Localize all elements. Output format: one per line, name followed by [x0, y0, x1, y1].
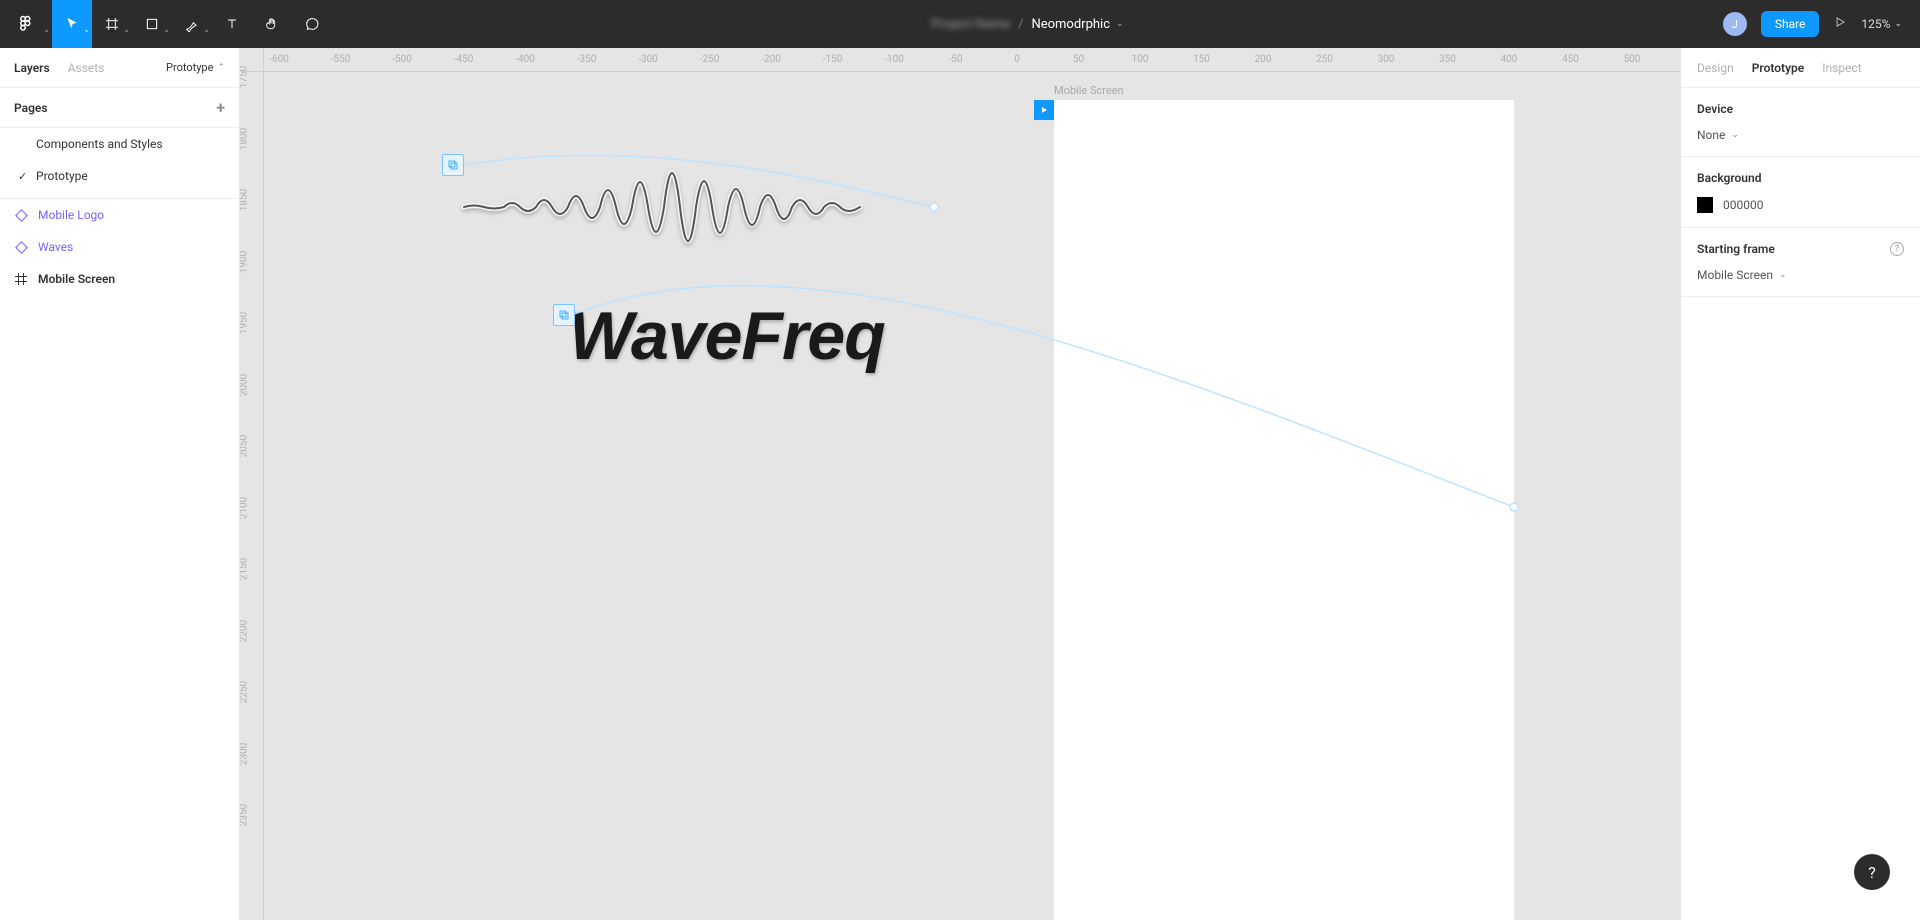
prototype-start-badge[interactable]	[1034, 100, 1054, 120]
share-button[interactable]: Share	[1761, 11, 1820, 37]
page-selector[interactable]: Prototype⌃	[166, 61, 225, 74]
starting-frame-dropdown[interactable]: Mobile Screen⌄	[1697, 268, 1904, 282]
instance-icon	[558, 309, 570, 321]
comment-icon	[304, 16, 320, 32]
pages-header: Pages +	[0, 88, 239, 128]
background-section: Background 000000	[1681, 157, 1920, 228]
hand-icon	[264, 16, 280, 32]
top-toolbar: ⌄ ⌄ ⌄ ⌄ ⌄	[0, 0, 1920, 48]
chevron-down-icon: ⌄	[1731, 130, 1739, 140]
waves-component[interactable]	[459, 127, 939, 267]
component-icon	[14, 208, 28, 222]
hand-tool-button[interactable]	[252, 0, 292, 48]
layer-item-waves[interactable]: Waves	[0, 231, 239, 263]
device-dropdown[interactable]: None⌄	[1697, 128, 1904, 142]
shape-tool-button[interactable]: ⌄	[132, 0, 172, 48]
document-title[interactable]: Project Name / Neomodrphic⌄	[332, 17, 1723, 32]
text-icon	[224, 16, 240, 32]
comment-tool-button[interactable]	[292, 0, 332, 48]
chevron-down-icon: ⌄	[203, 25, 210, 34]
ruler-horizontal: -600-550-500-450-400-350-300-250-200-150…	[264, 48, 1680, 72]
layer-item-mobile-logo[interactable]: Mobile Logo	[0, 199, 239, 231]
component-icon	[14, 240, 28, 254]
move-tool-button[interactable]: ⌄	[52, 0, 92, 48]
frame-label[interactable]: Mobile Screen	[1054, 84, 1124, 97]
logo-text-component[interactable]: WaveFreq	[569, 297, 885, 375]
starting-frame-section: Starting frame ? Mobile Screen⌄	[1681, 228, 1920, 297]
zoom-dropdown[interactable]: 125%⌄	[1861, 17, 1902, 31]
chevron-down-icon: ⌄	[123, 25, 130, 34]
present-button[interactable]	[1833, 15, 1847, 33]
play-icon	[1039, 105, 1049, 115]
pen-icon	[184, 16, 200, 32]
device-section: Device None⌄	[1681, 88, 1920, 157]
ruler-vertical: 1750180018501900195020002050210021502200…	[240, 72, 264, 920]
chevron-down-icon: ⌄	[1779, 270, 1787, 280]
info-icon[interactable]: ?	[1890, 242, 1904, 256]
frame-mobile-screen[interactable]	[1054, 100, 1514, 920]
inspect-tab[interactable]: Inspect	[1822, 61, 1861, 75]
rectangle-icon	[144, 16, 160, 32]
play-icon	[1833, 15, 1847, 29]
chevron-down-icon: ⌄	[163, 25, 170, 34]
instance-marker-waves[interactable]	[442, 154, 464, 176]
chevron-down-icon: ⌄	[43, 25, 50, 34]
help-button[interactable]: ?	[1854, 854, 1890, 890]
cursor-icon	[64, 16, 80, 32]
design-tab[interactable]: Design	[1697, 61, 1734, 75]
left-panel: Layers Assets Prototype⌃ Pages + Compone…	[0, 48, 240, 920]
assets-tab[interactable]: Assets	[68, 61, 105, 75]
chevron-down-icon: ⌄	[83, 25, 90, 34]
page-item-prototype[interactable]: Prototype	[0, 160, 239, 192]
pen-tool-button[interactable]: ⌄	[172, 0, 212, 48]
right-panel: Design Prototype Inspect Device None⌄ Ba…	[1680, 48, 1920, 920]
text-tool-button[interactable]	[212, 0, 252, 48]
main-menu-button[interactable]: ⌄	[0, 0, 52, 48]
layer-item-mobile-screen[interactable]: Mobile Screen	[0, 263, 239, 295]
frame-icon	[14, 272, 28, 286]
breadcrumb-current: Neomodrphic⌄	[1031, 17, 1123, 32]
color-swatch	[1697, 197, 1713, 213]
chevron-down-icon: ⌄	[1894, 19, 1902, 29]
figma-logo-icon	[17, 15, 35, 33]
frame-tool-button[interactable]: ⌄	[92, 0, 132, 48]
instance-marker-logo[interactable]	[553, 304, 575, 326]
chevron-down-icon: ⌄	[1116, 19, 1124, 29]
frame-icon	[104, 16, 120, 32]
breadcrumb-separator: /	[1018, 17, 1023, 32]
canvas[interactable]: -600-550-500-450-400-350-300-250-200-150…	[240, 48, 1680, 920]
instance-icon	[447, 159, 459, 171]
page-item-components[interactable]: Components and Styles	[0, 128, 239, 160]
chevron-up-icon: ⌃	[217, 63, 225, 73]
background-color-field[interactable]: 000000	[1697, 197, 1904, 213]
prototype-tab[interactable]: Prototype	[1752, 61, 1805, 75]
user-avatar[interactable]: J	[1723, 12, 1747, 36]
breadcrumb-parent: Project Name	[931, 17, 1010, 32]
layers-tab[interactable]: Layers	[14, 61, 50, 75]
add-page-button[interactable]: +	[216, 98, 225, 117]
